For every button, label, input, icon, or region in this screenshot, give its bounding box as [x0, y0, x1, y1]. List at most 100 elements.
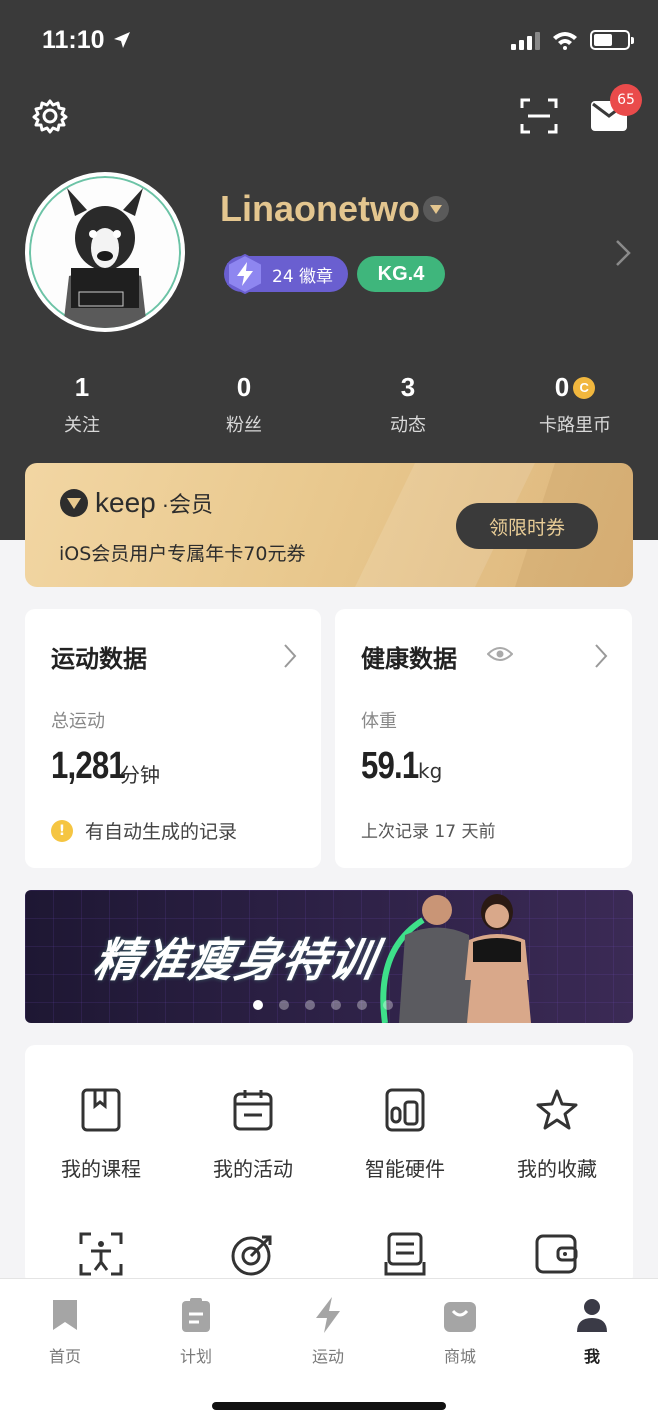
menu-wallet[interactable]: [481, 1229, 633, 1279]
carousel-dot[interactable]: [305, 1000, 315, 1010]
star-icon: [481, 1085, 633, 1135]
home-indicator: [212, 1402, 446, 1410]
chevron-right-icon[interactable]: [614, 238, 632, 272]
banner-title: 精准瘦身特训: [89, 933, 382, 987]
list-inbox-icon: [329, 1229, 481, 1279]
body-scan-icon: [25, 1229, 177, 1279]
value-unit: kg: [418, 759, 443, 783]
menu-label: 我的收藏: [517, 1157, 597, 1181]
wallet-icon: [481, 1229, 633, 1279]
trainer-figure-female: [465, 894, 531, 1023]
level-chip[interactable]: KG.4: [357, 256, 445, 292]
stat-calorie-coins[interactable]: 0C 卡路里币: [515, 372, 635, 437]
menu-goals[interactable]: [177, 1229, 329, 1279]
tab-me[interactable]: 我: [542, 1295, 642, 1367]
membership-card[interactable]: keep ·会员 iOS会员用户专属年卡70元券 领限时券: [25, 463, 633, 587]
total-exercise-value: 1,281: [51, 745, 126, 787]
eye-icon[interactable]: [486, 645, 514, 667]
target-icon: [177, 1229, 329, 1279]
stat-following[interactable]: 1 关注: [22, 372, 142, 437]
stat-label: 动态: [390, 415, 426, 436]
stats-row: 1 关注 0 粉丝 3 动态 0C 卡路里币: [0, 372, 658, 442]
location-arrow-icon: [112, 30, 132, 54]
card-subtitle: 体重: [361, 711, 397, 732]
tab-label: 我: [583, 1347, 600, 1366]
card-title: 运动数据: [51, 645, 147, 673]
stat-posts[interactable]: 3 动态: [348, 372, 468, 437]
status-bar: 11:10: [42, 22, 634, 58]
keep-logo-icon: [60, 489, 88, 517]
devices-icon: [329, 1085, 481, 1135]
stat-value: 0: [554, 372, 570, 402]
plan-icon: [146, 1295, 246, 1335]
value-unit: 分钟: [120, 763, 160, 787]
stat-value: 3: [400, 372, 416, 402]
menu-label: 智能硬件: [365, 1157, 445, 1181]
claim-coupon-button[interactable]: 领限时券: [456, 503, 598, 549]
mail-badge: 65: [610, 84, 642, 116]
bookmark-book-icon: [25, 1085, 177, 1135]
lightning-hexagon-icon: [224, 253, 266, 300]
feature-menu: 我的课程 我的活动 智能硬件 我的收藏: [25, 1045, 633, 1285]
carousel-dot[interactable]: [357, 1000, 367, 1010]
badges-chip[interactable]: 24 徽章: [224, 253, 348, 295]
menu-my-activities[interactable]: 我的活动: [177, 1085, 329, 1182]
username[interactable]: Linaonetwo: [220, 188, 420, 230]
menu-my-favorites[interactable]: 我的收藏: [481, 1085, 633, 1182]
menu-my-courses[interactable]: 我的课程: [25, 1085, 177, 1182]
brand-suffix: ·会员: [161, 492, 214, 517]
tab-label: 运动: [311, 1347, 344, 1366]
note-text: 有自动生成的记录: [85, 821, 238, 843]
carousel-dot[interactable]: [331, 1000, 341, 1010]
stat-label: 粉丝: [226, 415, 262, 436]
menu-label: 我的课程: [61, 1157, 141, 1181]
bookmark-icon: [15, 1295, 115, 1335]
health-data-card[interactable]: 健康数据 体重 59.1 kg 上次记录 17 天前: [335, 609, 632, 868]
stat-value: 0: [236, 372, 252, 402]
tab-store[interactable]: 商城: [410, 1295, 510, 1367]
tab-plan[interactable]: 计划: [146, 1295, 246, 1367]
menu-smart-hardware[interactable]: 智能硬件: [329, 1085, 481, 1182]
stat-label: 关注: [64, 415, 100, 436]
shopping-bag-icon: [410, 1295, 510, 1335]
chevron-right-icon: [594, 643, 608, 673]
card-subtitle: 总运动: [51, 711, 105, 732]
signal-icon: [511, 30, 540, 50]
tab-home[interactable]: 首页: [15, 1295, 115, 1367]
card-title: 健康数据: [361, 645, 457, 673]
menu-orders[interactable]: [329, 1229, 481, 1279]
membership-description: iOS会员用户专属年卡70元券: [59, 543, 306, 565]
tab-label: 计划: [179, 1347, 212, 1366]
brand-name: keep: [95, 487, 156, 518]
carousel-dot[interactable]: [279, 1000, 289, 1010]
badges-label: 24 徽章: [272, 266, 334, 287]
weight-value: 59.1: [361, 745, 419, 787]
chevron-right-icon: [283, 643, 297, 673]
sport-data-card[interactable]: 运动数据 总运动 1,281 分钟 ! 有自动生成的记录: [25, 609, 321, 868]
stat-label: 卡路里币: [539, 415, 611, 436]
avatar[interactable]: [25, 172, 185, 332]
profile-header: 11:10 65 Linaonetwo 24 徽章 KG.4 1 关注 0 粉丝…: [0, 0, 658, 540]
stat-followers[interactable]: 0 粉丝: [184, 372, 304, 437]
carousel-dot[interactable]: [253, 1000, 263, 1010]
tab-sport[interactable]: 运动: [278, 1295, 378, 1367]
tab-label: 商城: [443, 1347, 476, 1366]
wifi-icon: [553, 32, 577, 50]
warning-icon: !: [51, 819, 73, 842]
lightning-icon: [278, 1295, 378, 1335]
scan-icon[interactable]: [520, 98, 558, 138]
settings-gear-icon[interactable]: [32, 98, 68, 138]
status-indicators: [511, 30, 634, 50]
status-time: 11:10: [42, 26, 105, 54]
menu-body-scan[interactable]: [25, 1229, 177, 1279]
menu-label: 我的活动: [213, 1157, 293, 1181]
carousel-dot[interactable]: [383, 1000, 393, 1010]
note-text: 上次记录 17 天前: [361, 822, 496, 842]
battery-icon: [590, 30, 634, 50]
auto-record-note[interactable]: ! 有自动生成的记录: [51, 817, 237, 844]
calendar-icon: [177, 1085, 329, 1135]
carousel-dots: [253, 1000, 393, 1010]
stat-value: 1: [74, 372, 90, 402]
vip-diamond-icon: [423, 196, 449, 222]
promo-banner[interactable]: 精准瘦身特训: [25, 890, 633, 1023]
